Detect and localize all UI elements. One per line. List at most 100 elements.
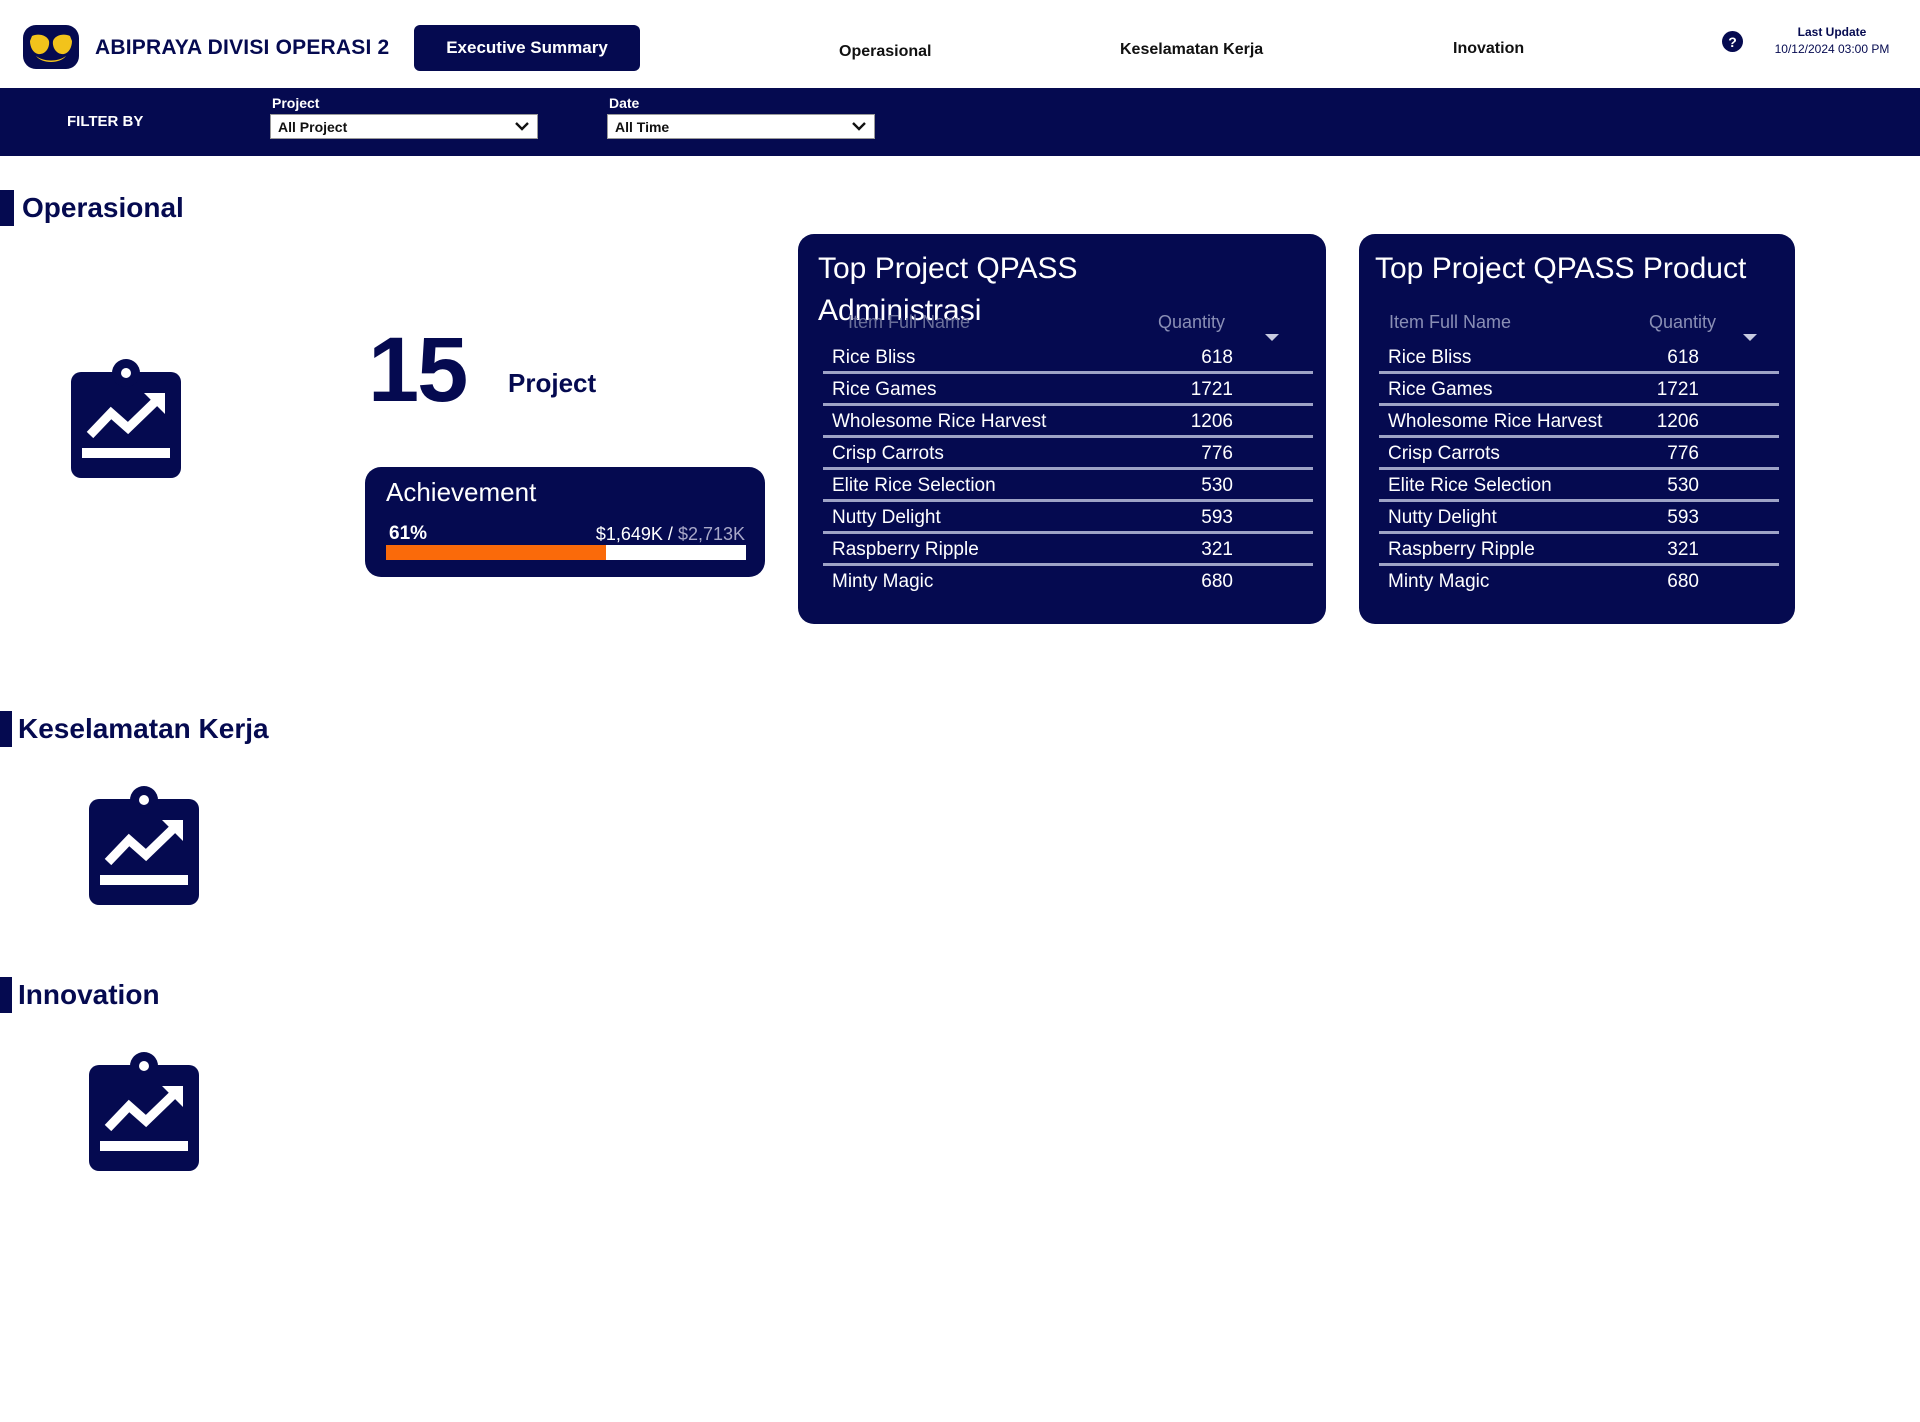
project-select[interactable]: All Project (270, 114, 538, 139)
project-count: 15 (368, 319, 468, 421)
table-row[interactable]: Nutty Delight 593 (1379, 502, 1779, 534)
quantity-cell: 1206 (1190, 411, 1233, 432)
quantity-cell: 321 (1667, 539, 1699, 560)
column-header-quantity[interactable]: Quantity (1649, 312, 1716, 333)
filter-by-label: FILTER BY (67, 113, 144, 130)
table-row[interactable]: Raspberry Ripple 321 (823, 534, 1313, 566)
table-row[interactable]: Nutty Delight 593 (823, 502, 1313, 534)
top-header: ABIPRAYA DIVISI OPERASI 2 Executive Summ… (0, 0, 1920, 88)
table-row[interactable]: Minty Magic 680 (1379, 566, 1779, 598)
column-header-item-name[interactable]: Item Full Name (848, 312, 970, 333)
achievement-card: Achievement 61% $1,649K / $2,713K (365, 467, 765, 577)
achievement-percent: 61% (389, 523, 428, 544)
table-row[interactable]: Minty Magic 680 (823, 566, 1313, 598)
item-name-cell: Minty Magic (832, 571, 934, 592)
item-name-cell: Nutty Delight (832, 507, 941, 528)
table-row[interactable]: Rice Games 1721 (823, 374, 1313, 406)
section-marker (0, 190, 14, 226)
section-title-operasional: Operasional (22, 192, 184, 223)
item-name-cell: Wholesome Rice Harvest (832, 411, 1047, 432)
quantity-cell: 321 (1201, 539, 1233, 560)
column-header-quantity[interactable]: Quantity (1158, 312, 1225, 333)
table-title: Top Project QPASS Product (1375, 252, 1747, 285)
top-project-qpass-product-card: Top Project QPASS Product Item Full Name… (1359, 234, 1795, 624)
chevron-down-icon (515, 122, 529, 131)
achievement-separator: / (662, 524, 678, 544)
quantity-cell: 593 (1201, 507, 1233, 528)
table-row[interactable]: Rice Games 1721 (1379, 374, 1779, 406)
item-name-cell: Crisp Carrots (832, 443, 944, 464)
item-name-cell: Rice Bliss (1388, 347, 1472, 368)
quantity-cell: 593 (1667, 507, 1699, 528)
tab-executive-summary[interactable]: Executive Summary (414, 25, 640, 71)
quantity-cell: 1721 (1656, 379, 1699, 400)
achievement-values: $1,649K / $2,713K (596, 524, 745, 545)
brand-logo-icon[interactable] (22, 24, 80, 70)
sort-caret-icon[interactable] (1743, 334, 1757, 341)
filter-bar: FILTER BY Project All Project Date All T… (0, 88, 1920, 156)
item-name-cell: Wholesome Rice Harvest (1388, 411, 1603, 432)
project-select-value: All Project (278, 119, 348, 135)
clipboard-chart-icon (89, 1052, 199, 1171)
table-row[interactable]: Elite Rice Selection 530 (1379, 470, 1779, 502)
item-name-cell: Nutty Delight (1388, 507, 1497, 528)
project-filter-label: Project (272, 95, 320, 111)
section-marker (0, 711, 12, 747)
top-project-qpass-administrasi-card: Top Project QPASS Administrasi Item Full… (798, 234, 1326, 624)
table-row[interactable]: Wholesome Rice Harvest 1206 (1379, 406, 1779, 438)
item-name-cell: Elite Rice Selection (1388, 475, 1552, 496)
date-select[interactable]: All Time (607, 114, 875, 139)
last-update-value: 10/12/2024 03:00 PM (1774, 42, 1890, 56)
item-name-cell: Crisp Carrots (1388, 443, 1500, 464)
clipboard-chart-icon (71, 359, 181, 478)
item-name-cell: Rice Bliss (832, 347, 916, 368)
quantity-cell: 1721 (1190, 379, 1233, 400)
table-row[interactable]: Crisp Carrots 776 (1379, 438, 1779, 470)
table-title-line1: Top Project QPASS (818, 252, 1078, 285)
sort-caret-icon[interactable] (1265, 334, 1279, 341)
project-count-label: Project (508, 368, 597, 398)
tab-inovation[interactable]: Inovation (1453, 40, 1524, 58)
quantity-cell: 618 (1667, 347, 1699, 368)
quantity-cell: 530 (1201, 475, 1233, 496)
item-name-cell: Minty Magic (1388, 571, 1490, 592)
quantity-cell: 680 (1667, 571, 1699, 592)
quantity-cell: 776 (1201, 443, 1233, 464)
clipboard-chart-icon (89, 786, 199, 905)
section-title-keselamatan-kerja: Keselamatan Kerja (18, 713, 269, 744)
project-filter: Project All Project (270, 95, 538, 139)
item-name-cell: Elite Rice Selection (832, 475, 996, 496)
item-name-cell: Raspberry Ripple (1388, 539, 1535, 560)
table-row[interactable]: Crisp Carrots 776 (823, 438, 1313, 470)
quantity-cell: 530 (1667, 475, 1699, 496)
date-filter-label: Date (609, 95, 640, 111)
table-row[interactable]: Wholesome Rice Harvest 1206 (823, 406, 1313, 438)
achievement-actual: $1,649K (595, 524, 663, 544)
quantity-cell: 1206 (1656, 411, 1699, 432)
tab-operasional[interactable]: Operasional (839, 43, 931, 61)
table-row[interactable]: Rice Bliss 618 (1379, 342, 1779, 374)
item-name-cell: Raspberry Ripple (832, 539, 979, 560)
chevron-down-icon (852, 122, 866, 131)
column-header-item-name[interactable]: Item Full Name (1389, 312, 1511, 333)
quantity-cell: 776 (1667, 443, 1699, 464)
table-body: Rice Bliss 618 Rice Games 1721 Wholesome Ric… (823, 342, 1313, 598)
item-name-cell: Rice Games (1388, 379, 1493, 400)
brand-title: ABIPRAYA DIVISI OPERASI 2 (95, 36, 390, 59)
achievement-progress-fill (386, 545, 606, 560)
achievement-progress-track (386, 545, 746, 560)
date-select-value: All Time (615, 119, 670, 135)
table-row[interactable]: Rice Bliss 618 (823, 342, 1313, 374)
section-title-innovation: Innovation (18, 979, 160, 1010)
date-filter: Date All Time (607, 95, 875, 139)
table-body: Rice Bliss 618 Rice Games 1721 Wholesome Ric… (1379, 342, 1779, 598)
help-icon[interactable]: ? (1722, 31, 1743, 52)
achievement-target: $2,713K (677, 524, 745, 544)
achievement-title: Achievement (386, 477, 537, 507)
tab-keselamatan-kerja[interactable]: Keselamatan Kerja (1120, 41, 1263, 59)
table-row[interactable]: Raspberry Ripple 321 (1379, 534, 1779, 566)
section-marker (0, 977, 12, 1013)
quantity-cell: 618 (1201, 347, 1233, 368)
item-name-cell: Rice Games (832, 379, 937, 400)
table-row[interactable]: Elite Rice Selection 530 (823, 470, 1313, 502)
